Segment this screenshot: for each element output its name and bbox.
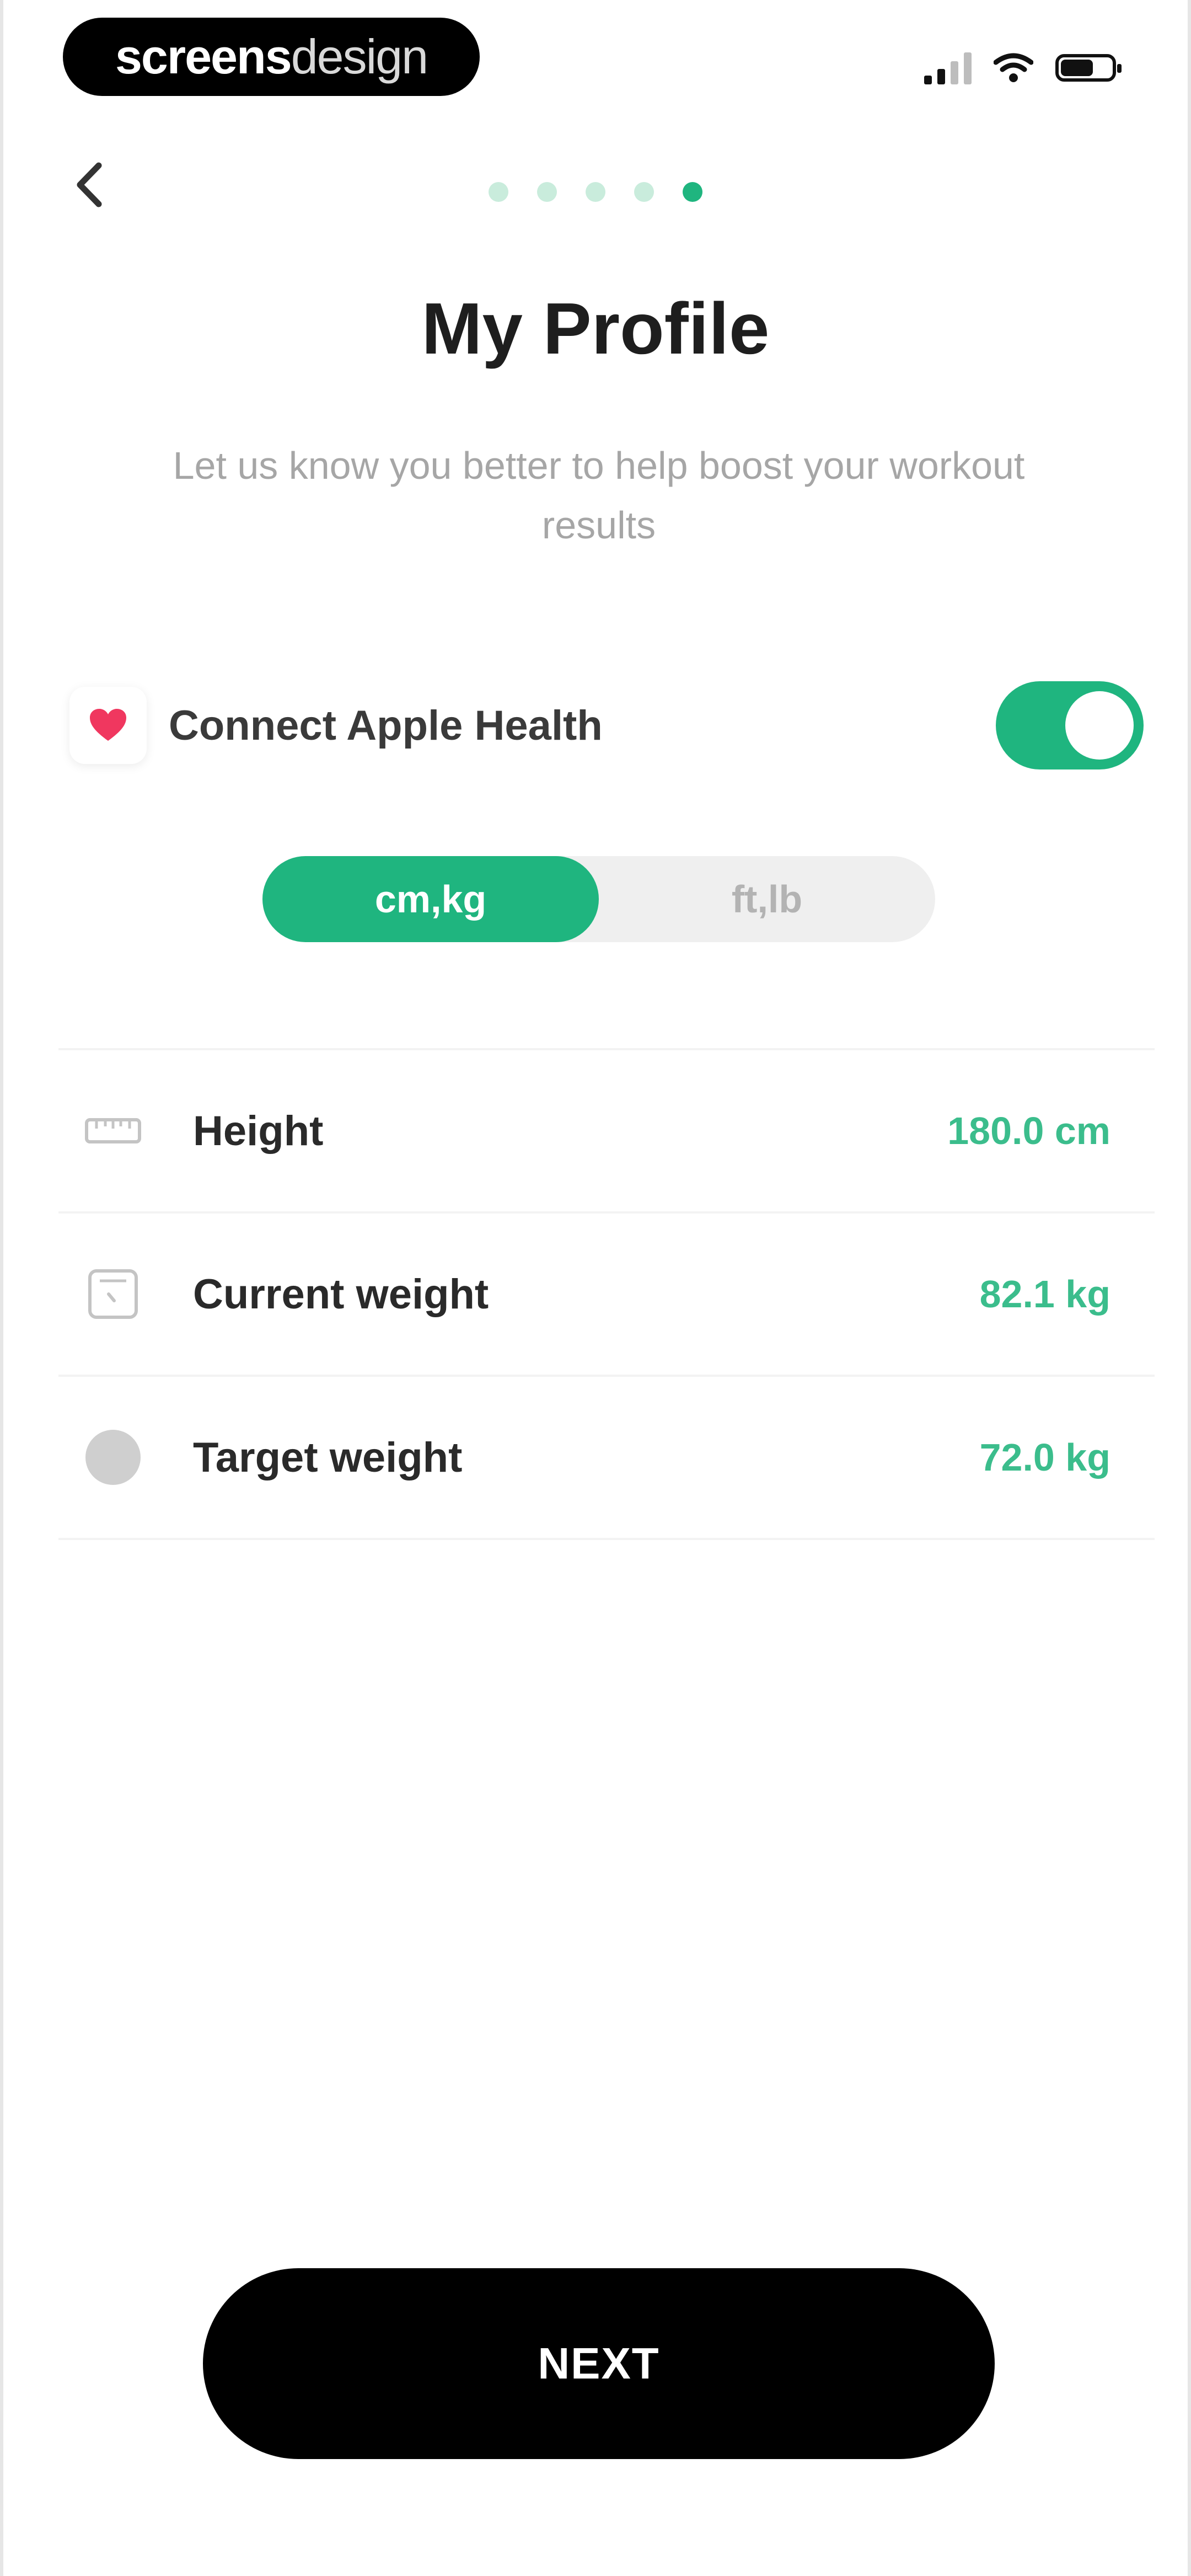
progress-dot: [586, 182, 605, 202]
metric-value: 82.1 kg: [979, 1273, 1110, 1316]
metric-value: 180.0 cm: [947, 1109, 1110, 1152]
metric-row-target-weight[interactable]: Target weight 72.0 kg: [58, 1377, 1155, 1540]
metric-row-current-weight[interactable]: Current weight 82.1 kg: [58, 1214, 1155, 1377]
progress-dot-active: [683, 182, 702, 202]
metric-row-height[interactable]: Height 180.0 cm: [58, 1050, 1155, 1214]
apple-health-toggle[interactable]: [996, 681, 1144, 769]
apple-health-label: Connect Apple Health: [169, 702, 603, 749]
page-subtitle: Let us know you better to help boost you…: [173, 444, 1025, 547]
unit-option-metric[interactable]: cm,kg: [262, 856, 599, 942]
metric-label: Target weight: [193, 1434, 463, 1481]
wifi-icon: [994, 53, 1033, 82]
status-icons: [924, 49, 1122, 87]
profile-screen: screens design My Profile Let us know you…: [0, 0, 1191, 2576]
toggle-knob: [1065, 691, 1134, 760]
progress-dot: [537, 182, 557, 202]
chevron-left-icon: [77, 162, 102, 207]
battery-icon: [1055, 54, 1122, 82]
metric-label: Height: [193, 1107, 324, 1155]
unit-selector: cm,kg ft,lb: [262, 856, 935, 942]
unit-option-imperial[interactable]: ft,lb: [599, 856, 935, 942]
progress-dots: [489, 182, 702, 202]
heart-icon: [90, 709, 126, 741]
signal-icon: [924, 51, 972, 84]
apple-health-row: Connect Apple Health: [69, 681, 1144, 769]
page-title: My Profile: [421, 288, 770, 369]
next-button[interactable]: NEXT: [203, 2268, 995, 2459]
brand-logo-light: design: [291, 29, 428, 84]
brand-logo-bold: screens: [115, 29, 292, 84]
ruler-icon: [83, 1100, 143, 1161]
progress-dot: [634, 182, 654, 202]
scale-icon: [83, 1264, 143, 1324]
back-button[interactable]: [64, 154, 114, 215]
progress-dot: [489, 182, 508, 202]
target-icon: [83, 1427, 143, 1488]
apple-health-app-icon: [69, 687, 147, 764]
brand-logo: screens design: [63, 18, 480, 96]
metric-value: 72.0 kg: [979, 1436, 1110, 1479]
metrics-list: Height 180.0 cm Current weight 82.1 kg T…: [58, 1048, 1155, 1540]
metric-label: Current weight: [193, 1270, 489, 1318]
